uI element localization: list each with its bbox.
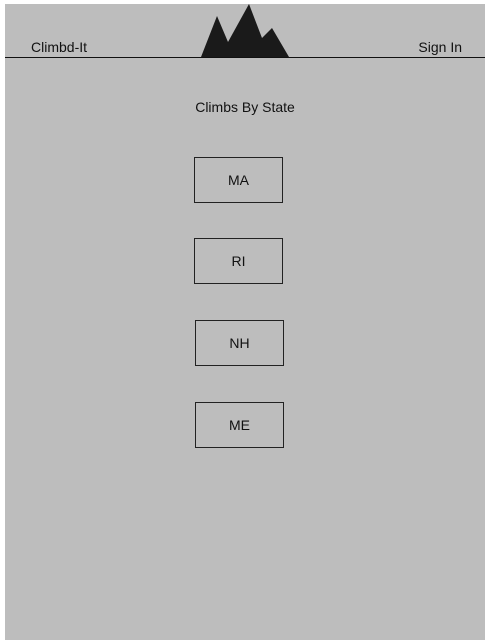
- state-button-nh[interactable]: NH: [195, 320, 284, 366]
- app-frame: Climbd-It Sign In Climbs By State MA RI …: [5, 4, 485, 640]
- state-button-label: MA: [228, 172, 249, 188]
- state-button-ri[interactable]: RI: [194, 238, 283, 284]
- state-button-label: RI: [231, 253, 246, 269]
- state-button-me[interactable]: ME: [195, 402, 284, 448]
- state-button-ma[interactable]: MA: [194, 157, 283, 203]
- page-title: Climbs By State: [195, 99, 295, 115]
- mountain-logo-icon[interactable]: [201, 4, 291, 59]
- state-button-label: ME: [229, 417, 250, 433]
- state-button-label: NH: [229, 335, 250, 351]
- brand-name[interactable]: Climbd-It: [31, 39, 87, 55]
- header-divider: [5, 57, 485, 58]
- sign-in-link[interactable]: Sign In: [418, 39, 462, 55]
